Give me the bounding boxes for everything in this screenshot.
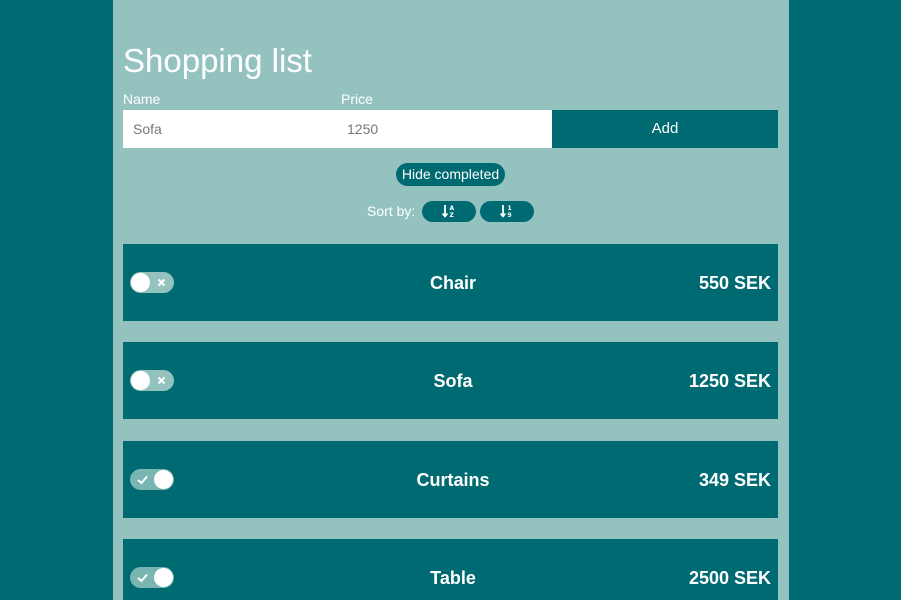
sort-by-label: Sort by: xyxy=(367,203,416,219)
svg-text:A: A xyxy=(450,205,455,212)
toggle-knob xyxy=(131,273,150,292)
item-name: Curtains xyxy=(416,470,490,490)
list-item: Sofa 1250 SEK xyxy=(123,342,778,419)
item-price: 349 SEK xyxy=(698,470,771,490)
svg-text:1: 1 xyxy=(508,205,512,212)
item-name: Table xyxy=(430,568,476,588)
add-button[interactable]: Add xyxy=(552,110,778,148)
list-item: Chair 550 SEK xyxy=(123,244,778,321)
toggle-knob xyxy=(154,568,173,587)
complete-toggle[interactable] xyxy=(130,469,174,490)
complete-toggle[interactable] xyxy=(130,567,174,588)
hide-completed-button[interactable]: Hide completed xyxy=(396,163,505,186)
price-input[interactable] xyxy=(337,110,552,148)
complete-toggle[interactable] xyxy=(130,370,174,391)
sort-numeric-icon: 1 9 xyxy=(499,204,512,219)
toggle-knob xyxy=(154,470,173,489)
svg-text:Z: Z xyxy=(450,212,455,218)
svg-text:9: 9 xyxy=(508,212,512,218)
name-input[interactable] xyxy=(123,110,341,148)
close-icon xyxy=(157,376,166,385)
sort-alpha-button[interactable]: A Z xyxy=(422,201,476,222)
item-name: Chair xyxy=(429,273,476,293)
page-title: Shopping list xyxy=(123,42,312,79)
list-item: Table 2500 SEK xyxy=(123,539,778,600)
item-name: Sofa xyxy=(433,371,473,391)
item-price: 550 SEK xyxy=(698,273,771,293)
name-label: Name xyxy=(123,91,161,107)
sort-alpha-icon: A Z xyxy=(441,204,455,219)
check-icon xyxy=(137,475,148,485)
shopping-list-panel: Shopping list Name Price Add Hide comple… xyxy=(113,0,789,600)
list-item: Curtains 349 SEK xyxy=(123,441,778,518)
close-icon xyxy=(157,278,166,287)
complete-toggle[interactable] xyxy=(130,272,174,293)
item-price: 2500 SEK xyxy=(688,568,771,588)
price-label: Price xyxy=(341,91,373,107)
sort-numeric-button[interactable]: 1 9 xyxy=(480,201,534,222)
check-icon xyxy=(137,573,148,583)
item-price: 1250 SEK xyxy=(688,371,771,391)
toggle-knob xyxy=(131,371,150,390)
